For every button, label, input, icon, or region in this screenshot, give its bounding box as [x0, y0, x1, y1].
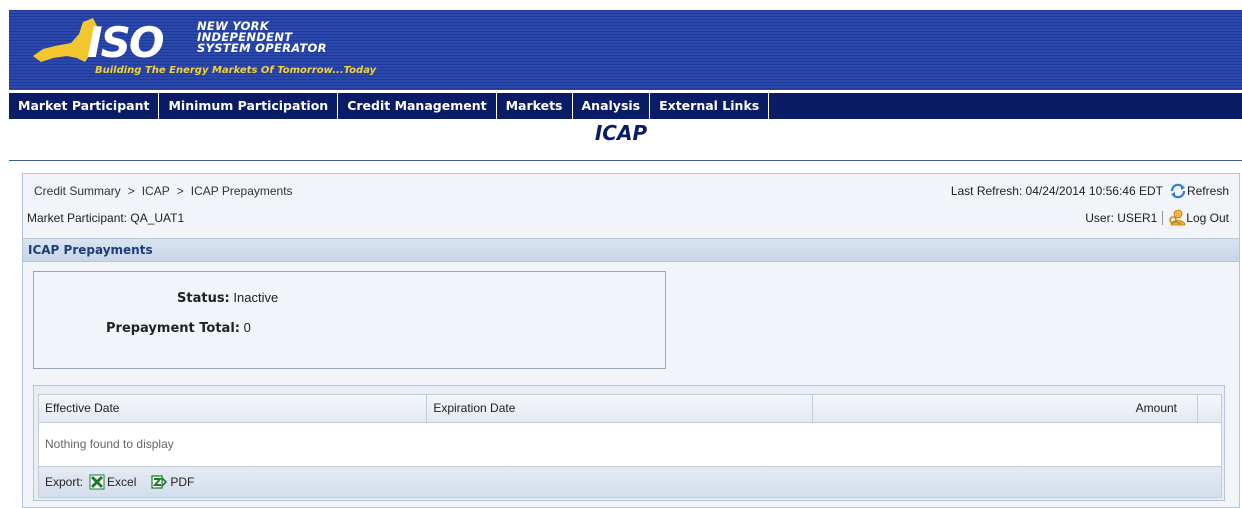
excel-label: Excel: [107, 475, 137, 489]
section-header: ICAP Prepayments: [23, 238, 1239, 262]
table-body: Nothing found to display: [38, 423, 1222, 466]
page-title: ICAP: [594, 121, 648, 145]
nav-analysis[interactable]: Analysis: [573, 93, 651, 119]
breadcrumb-credit-summary[interactable]: Credit Summary: [34, 184, 121, 198]
breadcrumb-separator: >: [176, 184, 184, 198]
empty-message: Nothing found to display: [45, 437, 174, 451]
user-divider: [1162, 210, 1164, 225]
user-label: User: USER1: [1085, 210, 1158, 225]
brand-name: NEW YORK INDEPENDENT SYSTEM OPERATOR: [197, 19, 327, 55]
export-excel-button[interactable]: Excel: [89, 474, 136, 490]
nyiso-logo-icon: ISO: [33, 18, 166, 66]
prepayment-total-value: 0: [243, 320, 251, 335]
refresh-icon: [1170, 183, 1186, 199]
prepayment-total-row: Prepayment Total: 0: [106, 320, 251, 336]
status-row: Status: Inactive: [177, 290, 278, 306]
market-participant-label: Market Participant: QA_UAT1: [27, 211, 185, 225]
refresh-button[interactable]: Refresh: [1169, 183, 1229, 199]
prepayment-summary-box: Status: Inactive Prepayment Total: 0: [33, 271, 666, 369]
export-pdf-button[interactable]: PDF: [150, 474, 194, 490]
last-refresh-text: Last Refresh: 04/24/2014 10:56:46 EDT: [950, 184, 1163, 198]
nav-credit-management[interactable]: Credit Management: [338, 93, 497, 119]
user-bar: User: USER1 Log Out: [1085, 209, 1229, 226]
logout-label: Log Out: [1186, 210, 1229, 225]
content-panel: Credit Summary > ICAP > ICAP Prepayments Mar…: [22, 173, 1240, 508]
export-bar: Export: Excel PDF: [38, 466, 1222, 498]
nav-markets[interactable]: Markets: [497, 93, 573, 119]
column-amount[interactable]: Amount: [813, 395, 1199, 422]
breadcrumb-icap[interactable]: ICAP: [142, 184, 170, 198]
prepayments-table: Effective Date Expiration Date Amount No…: [33, 385, 1225, 501]
breadcrumb: Credit Summary > ICAP > ICAP Prepayments: [34, 184, 293, 198]
excel-icon: [89, 474, 105, 490]
nav-minimum-participation[interactable]: Minimum Participation: [159, 93, 339, 119]
column-spacer: [1198, 395, 1221, 422]
title-divider: [9, 160, 1242, 161]
logout-button[interactable]: Log Out: [1168, 209, 1229, 226]
export-label: Export:: [45, 475, 84, 489]
refresh-bar: Last Refresh: 04/24/2014 10:56:46 EDT Re…: [951, 183, 1229, 199]
prepayment-total-label: Prepayment Total:: [106, 321, 240, 336]
column-effective-date[interactable]: Effective Date: [39, 395, 428, 422]
brand-tagline: Building The Energy Markets Of Tomorrow.…: [95, 65, 377, 76]
column-expiration-date[interactable]: Expiration Date: [427, 395, 813, 422]
refresh-label: Refresh: [1186, 184, 1229, 198]
pdf-icon: [151, 475, 168, 489]
pdf-label: PDF: [170, 475, 195, 489]
status-value: Inactive: [233, 290, 279, 305]
table-header: Effective Date Expiration Date Amount: [38, 394, 1222, 423]
keys-user-icon: [1169, 209, 1186, 226]
nav-external-links[interactable]: External Links: [650, 93, 770, 119]
nav-market-participant[interactable]: Market Participant: [9, 93, 160, 119]
section-title: ICAP Prepayments: [28, 243, 153, 257]
main-nav: Market Participant Minimum Participation…: [9, 93, 1242, 119]
status-label: Status:: [177, 291, 230, 306]
header-banner: ISO NEW YORK INDEPENDENT SYSTEM OPERATOR…: [9, 10, 1242, 90]
breadcrumb-icap-prepayments: ICAP Prepayments: [190, 184, 293, 198]
logo-text: ISO: [87, 18, 164, 66]
breadcrumb-separator: >: [127, 184, 135, 198]
